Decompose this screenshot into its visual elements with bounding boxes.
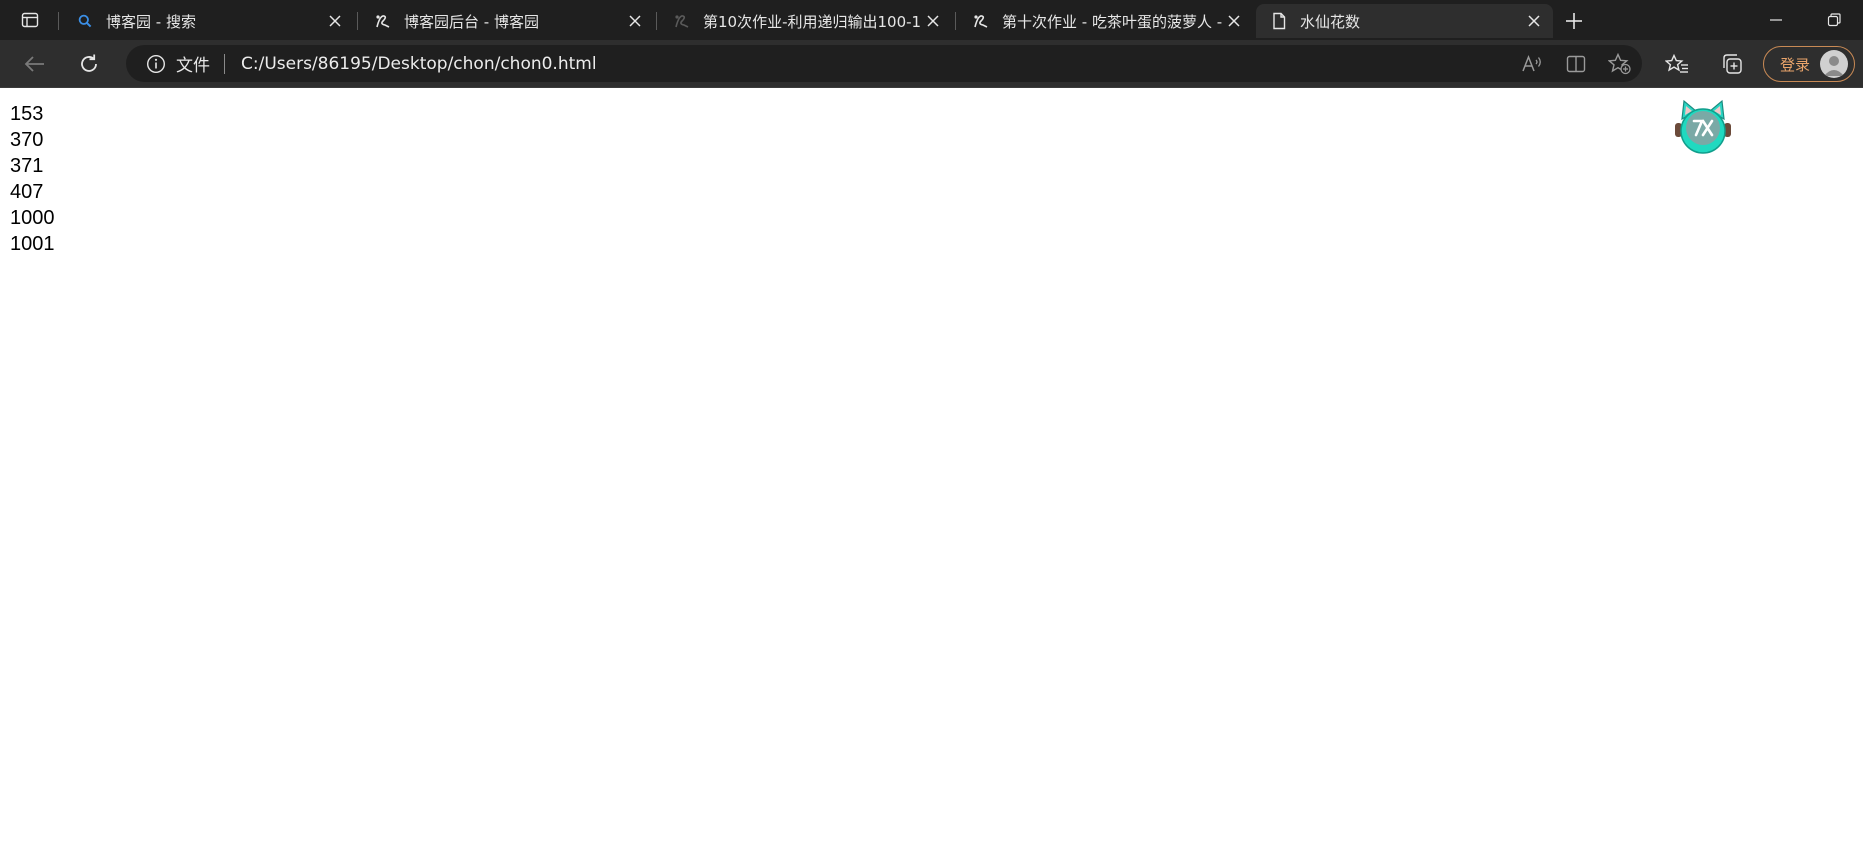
read-aloud-icon (1522, 54, 1541, 71)
star-add-icon (1608, 52, 1631, 74)
close-icon (1528, 15, 1540, 27)
login-label: 登录 (1780, 55, 1811, 74)
arrow-left-icon (24, 56, 44, 72)
list-item: 1001 (10, 233, 55, 255)
read-aloud-button[interactable] (1510, 45, 1554, 82)
address-url[interactable]: C:/Users/86195/Desktop/chon/chon0.html (241, 54, 597, 74)
tab-homework-10[interactable]: 第10次作业-利用递归输出100-10 (659, 4, 952, 38)
address-bar[interactable]: 文件 C:/Users/86195/Desktop/chon/chon0.htm… (126, 45, 1642, 82)
collections-button[interactable] (1714, 46, 1750, 82)
split-screen-button[interactable] (1554, 45, 1598, 82)
cnblogs-icon (673, 12, 691, 30)
tab-separator (357, 12, 358, 30)
tab-cnblogs-search[interactable]: 博客园 - 搜索 (62, 4, 354, 38)
address-scheme-label: 文件 (176, 56, 210, 76)
tab-title: 第十次作业 - 吃茶叶蛋的菠萝人 - (1002, 12, 1223, 31)
plus-icon (1566, 13, 1582, 29)
tab-close-button[interactable] (624, 10, 646, 32)
login-button[interactable]: 登录 (1763, 46, 1855, 82)
favorites-button[interactable] (1659, 46, 1695, 82)
tab-separator (58, 12, 59, 30)
tab-close-button[interactable] (1223, 10, 1245, 32)
new-tab-button[interactable] (1560, 8, 1588, 34)
tab-homework-tenth[interactable]: 第十次作业 - 吃茶叶蛋的菠萝人 - (958, 4, 1253, 38)
cat-mascot-icon (1675, 99, 1731, 154)
tab-separator (656, 12, 657, 30)
list-item: 371 (10, 155, 44, 177)
list-item: 370 (10, 129, 44, 151)
sidebar-toggle-button[interactable] (12, 6, 48, 34)
avatar (1820, 50, 1849, 78)
search-icon (76, 12, 94, 30)
cnblogs-icon (972, 12, 990, 30)
tab-bar: 博客园 - 搜索 博客园后台 - 博客园 第10次作业-利用递归输出100-10… (0, 0, 1863, 40)
list-item: 1000 (10, 207, 55, 229)
refresh-icon (81, 54, 97, 72)
add-favorite-button[interactable] (1598, 45, 1642, 82)
tab-title: 第10次作业-利用递归输出100-10 (703, 12, 922, 31)
close-icon (629, 15, 641, 27)
tab-close-button[interactable] (922, 10, 944, 32)
close-icon (329, 15, 341, 27)
cnblogs-icon (374, 12, 392, 30)
back-button[interactable] (17, 46, 53, 82)
narcissistic-number-list: 153 370 371 407 1000 1001 (10, 101, 55, 257)
user-icon (1824, 56, 1845, 76)
file-icon (1270, 12, 1288, 30)
favorites-icon (1665, 54, 1688, 73)
list-item: 407 (10, 181, 44, 203)
tab-title: 水仙花数 (1300, 12, 1361, 31)
list-item: 153 (10, 103, 44, 125)
minimize-icon (1770, 19, 1782, 21)
tab-title: 博客园后台 - 博客园 (404, 12, 539, 31)
tab-narcissistic-numbers[interactable]: 水仙花数 (1256, 4, 1553, 38)
refresh-button[interactable] (71, 46, 107, 82)
restore-icon (1827, 13, 1841, 27)
address-actions (1510, 45, 1642, 82)
minimize-button[interactable] (1754, 4, 1798, 36)
tab-close-button[interactable] (1523, 10, 1545, 32)
info-icon[interactable] (146, 54, 166, 74)
floating-mascot[interactable] (1672, 97, 1734, 159)
tab-title: 博客园 - 搜索 (106, 12, 196, 31)
address-divider (224, 53, 225, 74)
close-icon (1228, 15, 1240, 27)
tab-close-button[interactable] (324, 10, 346, 32)
navigation-toolbar: 文件 C:/Users/86195/Desktop/chon/chon0.htm… (0, 40, 1863, 88)
split-screen-icon (1566, 55, 1586, 72)
sidebar-icon (21, 12, 39, 28)
close-icon (927, 15, 939, 27)
page-content: 153 370 371 407 1000 1001 (0, 89, 1863, 858)
tab-separator (955, 12, 956, 30)
restore-button[interactable] (1812, 4, 1856, 36)
tab-cnblogs-admin[interactable]: 博客园后台 - 博客园 (360, 4, 654, 38)
collections-icon (1723, 54, 1742, 74)
